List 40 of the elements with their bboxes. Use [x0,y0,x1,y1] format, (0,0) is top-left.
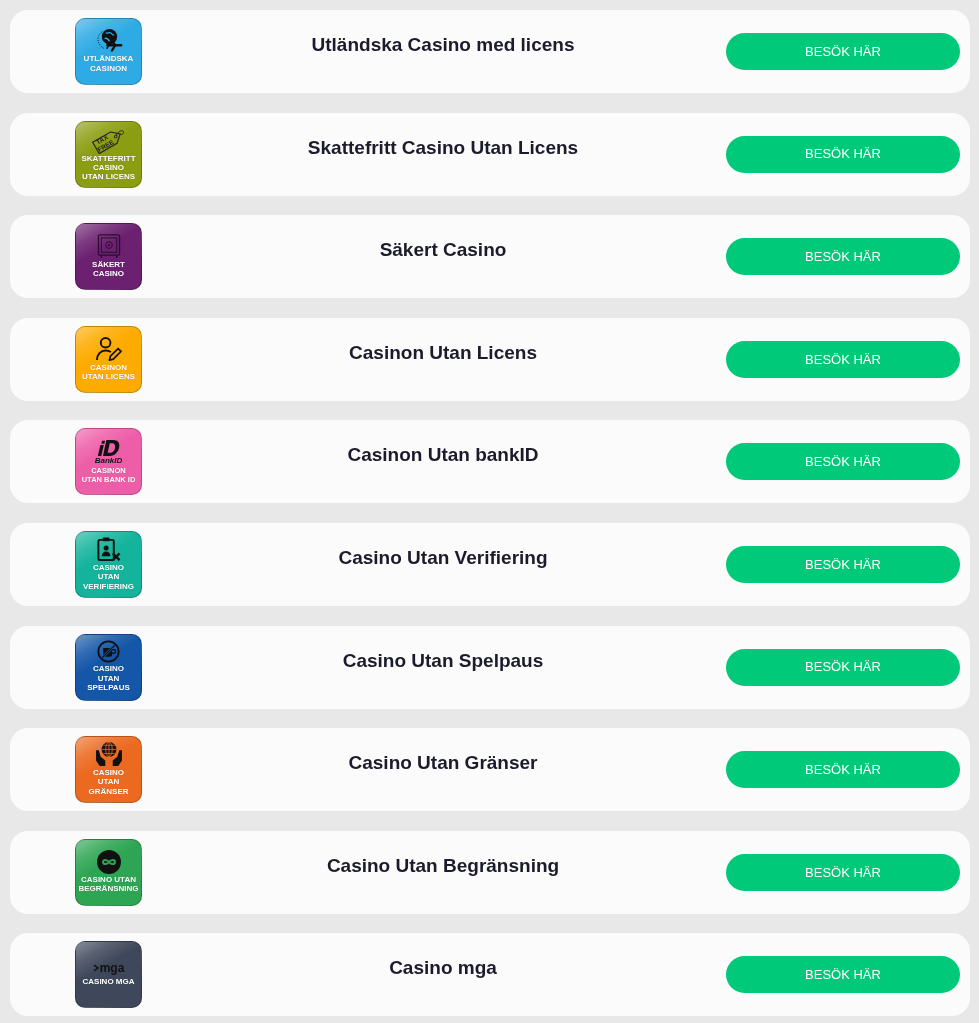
casino-title: Skattefritt Casino Utan Licens [306,136,580,160]
visit-button[interactable]: BESÖK HÄR [726,545,960,583]
logo-label: SKATTEFRITT CASINO UTAN LICENS [81,154,136,182]
logo-label: CASINO UTAN VERIFIERING [82,562,135,592]
casino-title: Casino Utan Verifiering [337,547,549,570]
visit-button[interactable]: BESÖK HÄR [726,135,960,173]
logo-label: CASINO UTAN BEGRÄNSNING [78,874,139,894]
globe-plane-icon [94,28,123,54]
casino-title: Säkert Casino [378,239,508,263]
mga-label: mga [99,962,125,975]
visit-button[interactable]: BESÖK HÄR [726,340,960,378]
logo-label: CASINO MGA [82,977,135,987]
visit-button[interactable]: BESÖK HÄR [726,238,960,276]
clipboard-person-icon [96,536,121,562]
logo-label: UTLÄNDSKA CASINON [83,54,134,74]
logo-label: CASINON UTAN LICENS [81,362,136,382]
visit-button[interactable]: BESÖK HÄR [726,751,960,789]
logo-label: CASINO UTAN SPELPAUS [87,664,130,693]
safe-icon [96,233,121,259]
chevron-icon [92,964,99,973]
visit-button[interactable]: BESÖK HÄR [726,443,960,481]
visit-button[interactable]: BESÖK HÄR [726,33,960,70]
person-pen-icon [95,335,122,362]
casino-title: Casino Utan Spelpaus [341,649,545,673]
casino-title: Casino Utan Gränser [347,752,539,776]
visit-button[interactable]: BESÖK HÄR [726,648,960,686]
id-logo-icon [97,438,120,457]
casino-title: Casino mga [388,957,498,981]
casino-title: Casinon Utan Licens [348,341,538,365]
infinity-icon [96,849,121,874]
logo-label: SÄKERT CASINO [92,259,125,279]
logo-label: CASINO UTAN GRÄNSER [88,767,129,797]
casino-title: Utländska Casino med licens [310,34,576,57]
casino-title: Casino Utan Begränsning [325,854,561,878]
hands-globe-icon [94,741,123,767]
bankid-label: BankID [94,456,123,465]
crossed-cup-icon [97,640,120,664]
casino-title: Casinon Utan bankID [346,444,540,468]
visit-button[interactable]: BESÖK HÄR [726,853,960,891]
visit-button[interactable]: BESÖK HÄR [726,956,960,994]
